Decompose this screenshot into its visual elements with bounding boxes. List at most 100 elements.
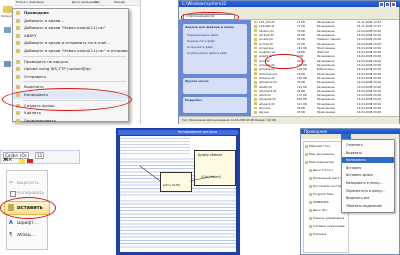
context-menu-item[interactable]: Добавить в архив... — [13, 17, 128, 25]
context-menu-item[interactable]: Проводник — [13, 9, 128, 17]
edit-menu-item[interactable]: Отменить — [342, 142, 394, 148]
folder-icon — [309, 224, 312, 228]
highlight-color-icon[interactable] — [19, 159, 25, 163]
tree-item-label: Мой компьютер — [309, 160, 334, 164]
task-pane-heading: Задачи для файлов и папок — [185, 25, 235, 29]
file-icon — [254, 72, 257, 75]
tree-item[interactable]: Сетевое окружение — [309, 224, 345, 228]
font-color-icon[interactable] — [27, 159, 33, 163]
context-menu-item-label: Добавить в архив "Новая папка(11).rar" — [24, 25, 106, 31]
context-menu-item[interactable]: Upload using WS_FTP (upload@ip) — [13, 65, 128, 73]
maximize-button[interactable] — [385, 1, 390, 7]
context-menu-item[interactable]: Переименовать — [13, 117, 128, 125]
edit-menu-item[interactable]: Вставить — [342, 165, 394, 171]
edit-menu-item-label: Вставить — [346, 165, 362, 170]
context-menu-item-label: Удалить — [24, 110, 42, 116]
context-menu-item-label: Добавить в архив "Новая папка(11).rar" и… — [24, 47, 128, 53]
menu-item-icon — [16, 33, 20, 38]
edit-menu-item[interactable]: Копировать в папку... — [342, 180, 394, 186]
edit-menu-item[interactable]: Копировать — [342, 157, 394, 164]
edit-menu-item-label: Копировать в папку... — [346, 181, 383, 185]
tree-item-label: Диск (D:) — [313, 208, 328, 212]
edit-menu-item[interactable]: Переместить в папку... — [342, 188, 394, 194]
context-menu-item[interactable]: ABBYY — [13, 32, 128, 40]
file-icon — [254, 59, 257, 63]
edit-menu-items: Отменить Вырезать Копировать Вставить Встави… — [342, 140, 394, 212]
context-menu-item-label: Проверить на вирусы — [24, 58, 69, 64]
bold-icon[interactable]: Ж — [3, 158, 9, 163]
menu-copy[interactable]: Копировать — [7, 189, 47, 197]
menu-separator — [23, 81, 126, 83]
file-icon — [254, 102, 257, 106]
tree-item[interactable]: Панель управления — [309, 216, 344, 220]
web-content: Буфер обмена (Ctrl+Insert) (Ctrl+Shift) — [120, 136, 236, 252]
file-row[interactable]: alg.exe 43 КБ Приложение 14.04.2008 20:00 — [253, 110, 399, 114]
tree-item[interactable]: Корзина — [309, 232, 326, 236]
folder-icon — [309, 184, 312, 188]
panel-context-menu: Папка с файлами Дата изменения Тип Разме… — [0, 0, 141, 124]
edit-menu-item[interactable]: Обратить выделение — [342, 203, 394, 209]
task-rename[interactable]: Переименовать файл — [187, 33, 219, 38]
paragraph-icon: ¶ — [9, 232, 13, 238]
menu-item-icon — [16, 26, 20, 31]
other-places-box: Другие места — [183, 78, 247, 94]
menu-copy-label: Копировать — [17, 190, 45, 196]
menu-item-icon — [16, 11, 20, 15]
context-menu-item[interactable]: Добавить в архив "Новая папка(11).rar" и… — [13, 47, 128, 55]
tree-item[interactable]: Диск (D:) — [309, 208, 327, 212]
tree-item[interactable]: Program Files — [309, 192, 333, 196]
file-icon — [254, 85, 257, 88]
details-heading[interactable]: Подробно — [185, 98, 202, 103]
context-menu-item-label: Добавить в архив и отправить по e-mail..… — [24, 40, 110, 46]
context-menu-item[interactable]: Проверить на вирусы — [13, 58, 128, 66]
column-header-name[interactable]: Папка с файлами — [16, 0, 44, 5]
context-menu-item[interactable]: Добавить в архив "Новая папка(11).rar" — [13, 24, 128, 32]
file-icon — [254, 33, 257, 37]
context-menu-item[interactable]: Отправить — [13, 73, 128, 81]
menu-paragraph[interactable]: ¶ Абзац... — [7, 231, 47, 239]
tree-item-label: Рабочий стол — [309, 144, 331, 148]
folder-icon — [309, 200, 312, 204]
side-icon — [4, 27, 11, 33]
minimize-button[interactable] — [379, 1, 384, 7]
menu-item-icon — [16, 48, 20, 53]
column-header-size[interactable]: Размер — [114, 0, 125, 5]
menu-font[interactable]: A Шрифт... — [7, 219, 47, 227]
task-publish[interactable]: Опубликовать файл в вебе — [187, 51, 227, 56]
column-header-type[interactable]: Тип — [94, 0, 100, 5]
tree-item[interactable]: Мои документы — [305, 152, 334, 156]
close-button[interactable] — [391, 1, 396, 7]
highlight-oval-copy — [2, 88, 132, 111]
edit-menu-item[interactable]: Вставить ярлык — [342, 172, 394, 178]
tree-item[interactable]: Диск 3,5 (A:) — [309, 168, 333, 172]
context-menu-item-label: Отправить — [24, 73, 47, 79]
file-icon — [254, 76, 257, 80]
context-menu-item[interactable]: Добавить в архив и отправить по e-mail..… — [13, 39, 128, 47]
edit-menu-item-label: Вырезать — [346, 150, 363, 155]
file-icon — [254, 63, 257, 67]
panel-office-context: Calibri (Ос 11 Ж К ✂ Вырезать Копировать… — [0, 148, 80, 255]
edit-menu-item-label: Копировать — [346, 158, 366, 163]
status-text: Тип: Приложение Дата изменения: 14.04.20… — [182, 119, 276, 122]
tree-item[interactable]: WINDOWS — [309, 200, 329, 204]
tree-item[interactable]: Рабочий стол — [305, 144, 330, 148]
folder-icon — [309, 208, 312, 212]
menu-item-icon — [16, 59, 20, 64]
other-places-heading[interactable]: Другие места — [185, 79, 209, 84]
file-icon — [254, 37, 257, 41]
edit-menu-item-label: Отменить — [346, 143, 363, 147]
file-size: 43 КБ — [297, 110, 306, 115]
task-pane-box: Задачи для файлов и папок Переименовать … — [183, 24, 247, 74]
font-size-box[interactable]: 11 — [35, 152, 45, 159]
task-copy[interactable]: Копировать файл — [187, 45, 213, 50]
task-move[interactable]: Переместить файл — [187, 39, 215, 44]
file-type: Приложение — [317, 110, 336, 115]
edit-menu-item[interactable]: Вырезать — [342, 150, 394, 156]
italic-icon[interactable]: К — [9, 158, 12, 163]
menu-paragraph-label: Абзац... — [17, 232, 35, 238]
edit-menu-item[interactable]: Выделить все — [342, 195, 394, 201]
arrow-line-1 — [189, 175, 216, 182]
menu-item-icon — [16, 67, 20, 72]
tree-item[interactable]: Мой компьютер — [305, 160, 334, 164]
menu-cut[interactable]: ✂ Вырезать — [7, 179, 47, 187]
